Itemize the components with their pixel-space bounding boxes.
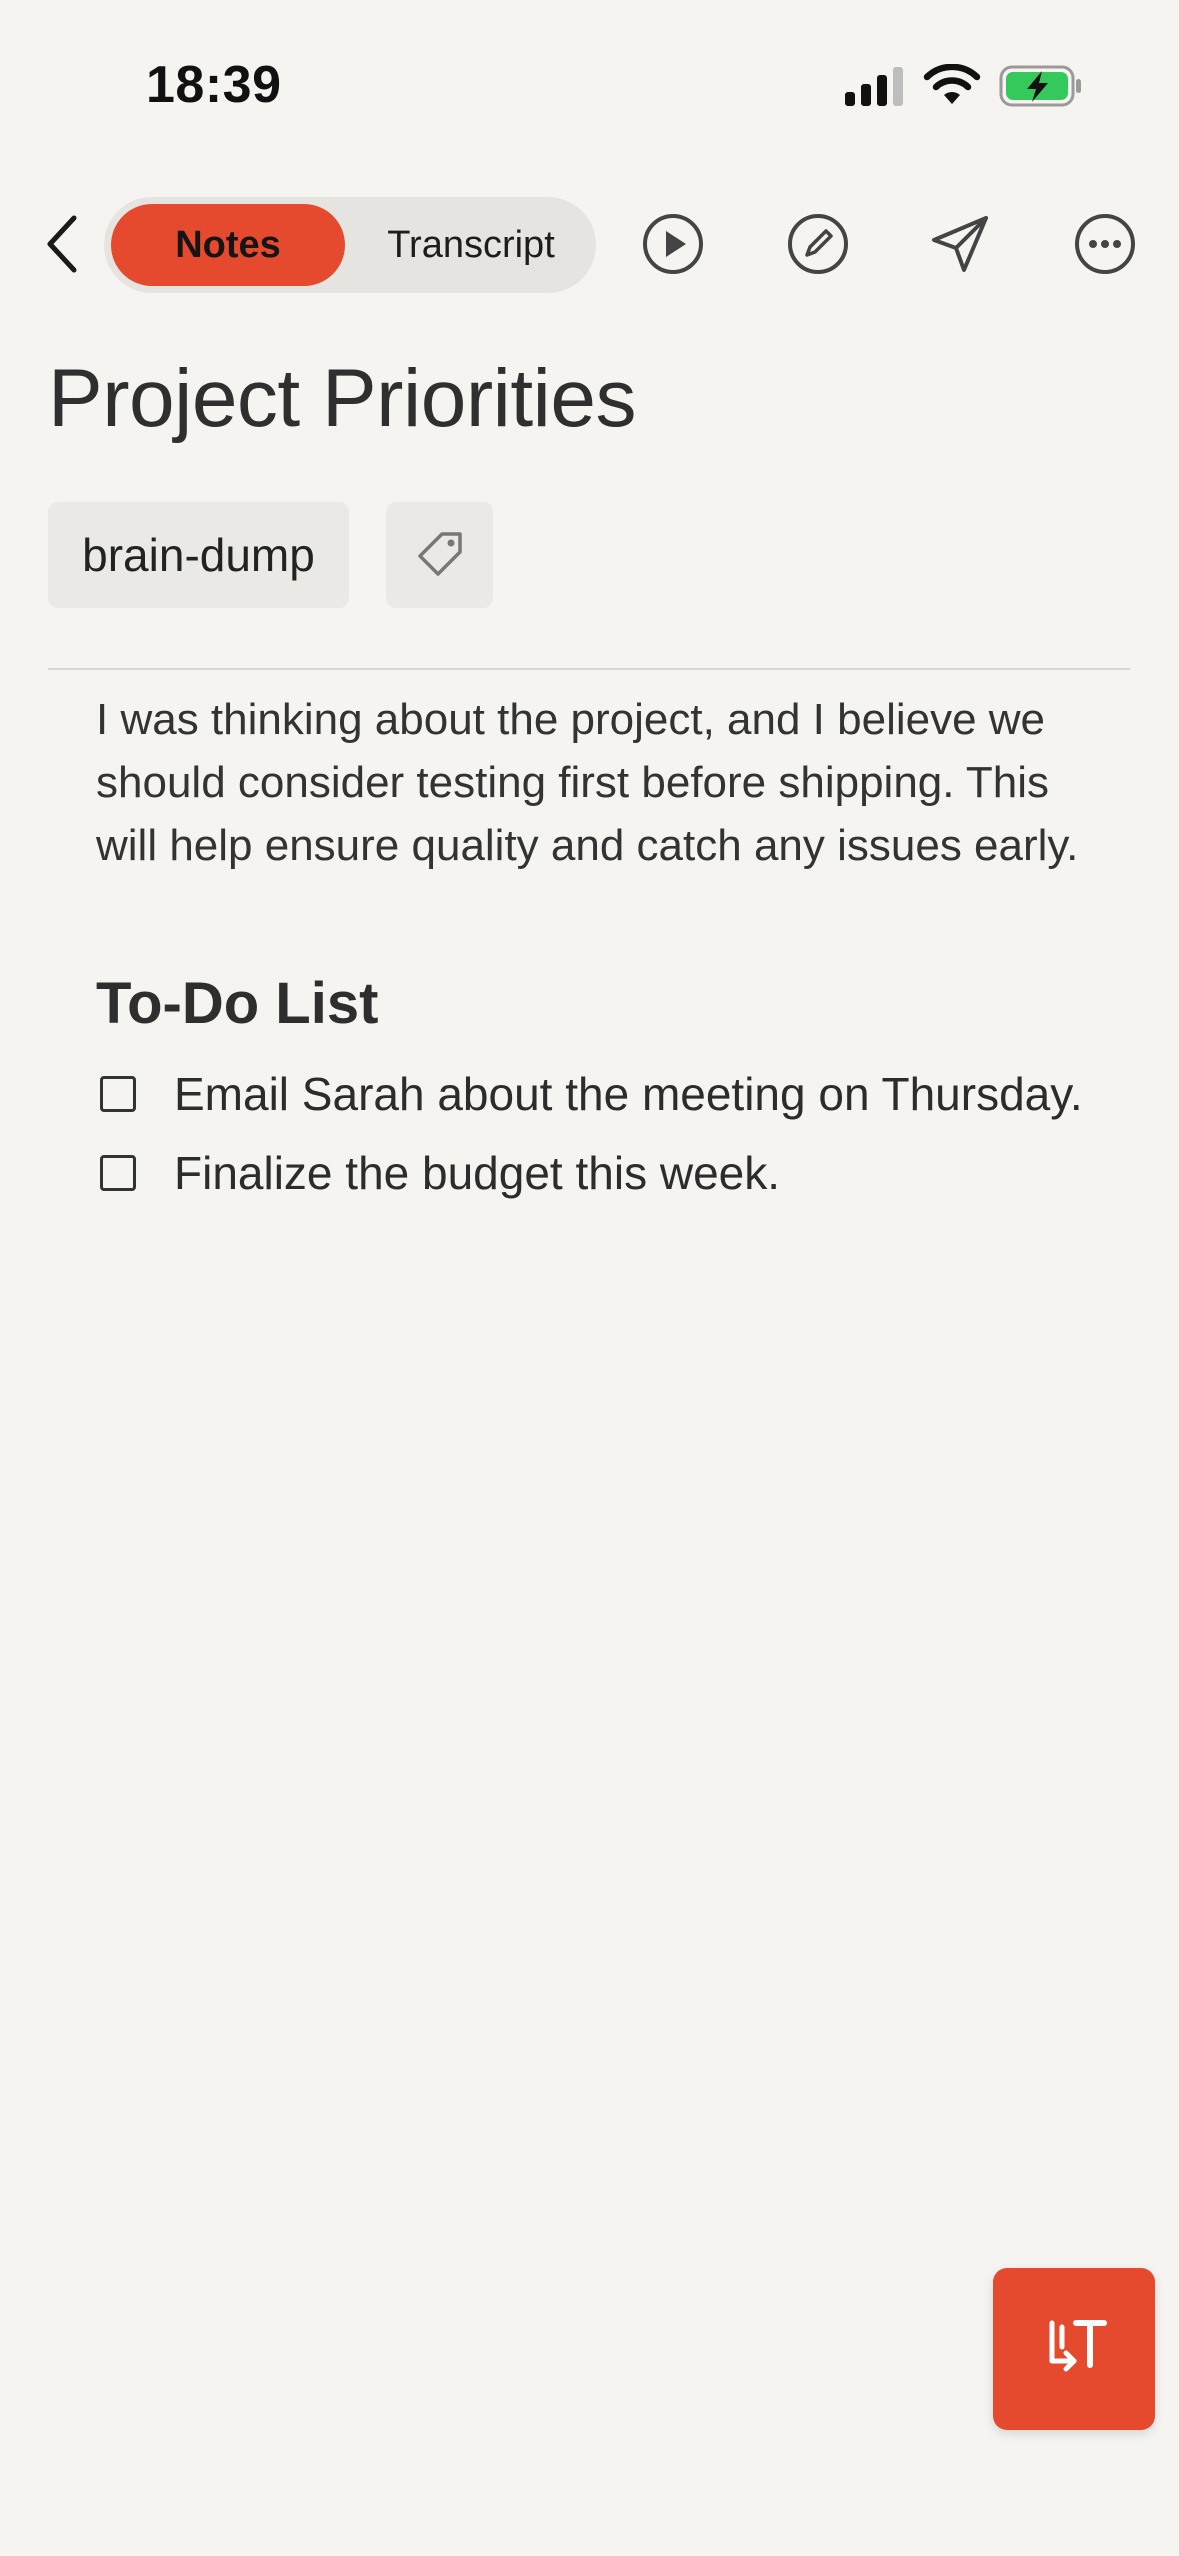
play-button[interactable]: [641, 212, 705, 276]
todo-checkbox[interactable]: [100, 1155, 136, 1191]
note-title[interactable]: Project Priorities: [48, 352, 636, 446]
play-icon: [643, 214, 703, 274]
tab-transcript[interactable]: Transcript: [352, 204, 590, 286]
add-tag-button[interactable]: [386, 502, 493, 608]
battery-charging-icon: [999, 65, 1083, 107]
todo-item: Finalize the budget this week.: [100, 1143, 780, 1203]
text-format-icon: [1049, 2320, 1107, 2372]
edit-button[interactable]: [786, 212, 850, 276]
cellular-signal-icon: [843, 66, 907, 110]
share-button[interactable]: [928, 212, 992, 276]
todo-text[interactable]: Email Sarah about the meeting on Thursda…: [174, 1067, 1083, 1121]
status-time: 18:39: [146, 56, 282, 114]
more-icon: [1075, 214, 1135, 274]
send-icon: [932, 216, 988, 272]
todo-checkbox[interactable]: [100, 1076, 136, 1112]
todo-heading: To-Do List: [96, 971, 379, 1036]
more-button[interactable]: [1073, 212, 1137, 276]
todo-text[interactable]: Finalize the budget this week.: [174, 1146, 780, 1200]
todo-item: Email Sarah about the meeting on Thursda…: [100, 1064, 1083, 1124]
edit-icon: [788, 214, 848, 274]
tab-notes[interactable]: Notes: [111, 204, 345, 286]
notes-transcript-switcher: Notes Transcript: [104, 197, 596, 293]
tag-chip-brain-dump[interactable]: brain-dump: [48, 502, 349, 608]
text-format-button[interactable]: [993, 2268, 1155, 2430]
chevron-left-icon: [47, 215, 77, 273]
wifi-icon: [923, 63, 981, 108]
back-button[interactable]: [40, 214, 90, 274]
divider: [48, 668, 1130, 670]
note-paragraph[interactable]: I was thinking about the project, and I …: [96, 688, 1106, 877]
tag-icon: [417, 532, 462, 576]
